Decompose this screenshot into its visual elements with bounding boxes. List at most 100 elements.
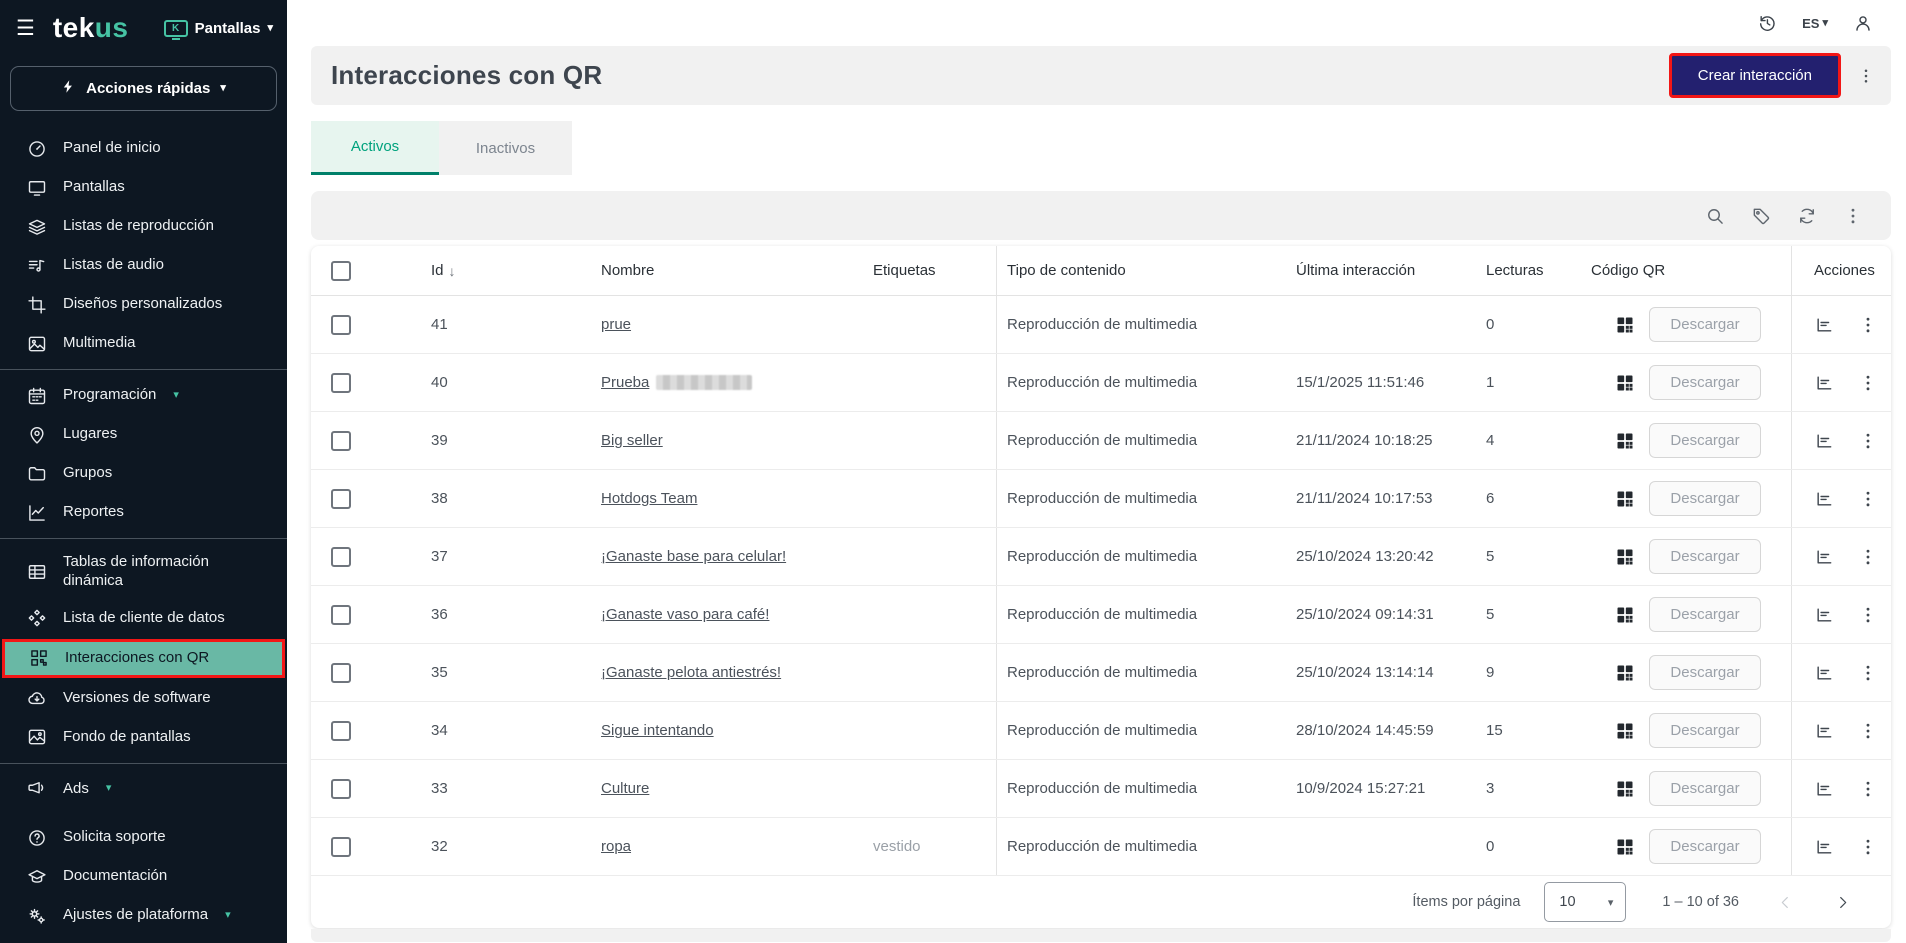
sidebar-item-grupos[interactable]: Grupos: [0, 454, 287, 493]
row-more-options-icon[interactable]: [1858, 431, 1878, 451]
history-icon[interactable]: [1757, 13, 1777, 33]
row-more-options-icon[interactable]: [1858, 315, 1878, 335]
row-checkbox[interactable]: [331, 605, 351, 625]
stats-icon[interactable]: [1814, 663, 1834, 683]
interaction-name-link[interactable]: Hotdogs Team: [601, 490, 697, 507]
menu-icon[interactable]: ☰: [12, 16, 39, 41]
row-tags-cell: [863, 354, 996, 411]
download-qr-button[interactable]: Descargar: [1649, 481, 1761, 516]
row-more-options-icon[interactable]: [1858, 605, 1878, 625]
tab-activos[interactable]: Activos: [311, 121, 439, 175]
row-checkbox[interactable]: [331, 721, 351, 741]
sidebar-item-multimedia[interactable]: Multimedia: [0, 324, 287, 363]
workspace-switcher[interactable]: K Pantallas ▾: [164, 20, 277, 37]
stats-icon[interactable]: [1814, 779, 1834, 799]
search-icon[interactable]: [1705, 206, 1725, 226]
row-content-type-cell: Reproducción de multimedia: [996, 528, 1286, 585]
row-checkbox[interactable]: [331, 373, 351, 393]
row-more-options-icon[interactable]: [1858, 373, 1878, 393]
column-header-label: Etiquetas: [873, 262, 936, 279]
interaction-name-link[interactable]: Culture: [601, 780, 649, 797]
download-qr-button[interactable]: Descargar: [1649, 713, 1761, 748]
sidebar-item-ajustes-de-plataforma[interactable]: Ajustes de plataforma▾: [0, 896, 287, 935]
row-actions-cell: [1791, 818, 1891, 875]
sidebar-item-pantallas[interactable]: Pantallas: [0, 168, 287, 207]
user-icon[interactable]: [1853, 13, 1873, 33]
row-checkbox[interactable]: [331, 547, 351, 567]
interaction-name-link[interactable]: ropa: [601, 838, 631, 855]
sidebar-item-listas-de-reproduccion[interactable]: Listas de reproducción: [0, 207, 287, 246]
sidebar-item-label: Panel de inicio: [63, 139, 161, 158]
interaction-name-link[interactable]: prue: [601, 316, 631, 333]
sidebar-item-programacion[interactable]: Programación▾: [0, 376, 287, 415]
row-checkbox[interactable]: [331, 779, 351, 799]
row-last-interaction: 25/10/2024 13:20:42: [1296, 548, 1434, 565]
row-checkbox[interactable]: [331, 315, 351, 335]
download-qr-button[interactable]: Descargar: [1649, 771, 1761, 806]
download-qr-button[interactable]: Descargar: [1649, 829, 1761, 864]
sidebar-item-lugares[interactable]: Lugares: [0, 415, 287, 454]
download-qr-button[interactable]: Descargar: [1649, 307, 1761, 342]
interaction-name-link[interactable]: Prueba: [601, 374, 649, 391]
row-more-options-icon[interactable]: [1858, 779, 1878, 799]
interaction-name-link[interactable]: ¡Ganaste pelota antiestrés!: [601, 664, 781, 681]
refresh-icon[interactable]: [1797, 206, 1817, 226]
download-qr-button[interactable]: Descargar: [1649, 423, 1761, 458]
next-page-button[interactable]: [1834, 894, 1851, 911]
sidebar-item-reportes[interactable]: Reportes: [0, 493, 287, 532]
select-all-checkbox[interactable]: [331, 261, 351, 281]
row-more-options-icon[interactable]: [1858, 837, 1878, 857]
create-interaction-button[interactable]: Crear interacción: [1669, 53, 1841, 98]
language-selector[interactable]: ES ▾: [1802, 16, 1828, 31]
sidebar-item-label: Listas de reproducción: [63, 217, 214, 236]
row-checkbox[interactable]: [331, 837, 351, 857]
page-size-select[interactable]: 10 ▾: [1544, 882, 1626, 922]
sidebar-item-documentacion[interactable]: Documentación: [0, 857, 287, 896]
download-qr-button[interactable]: Descargar: [1649, 597, 1761, 632]
tab-inactivos[interactable]: Inactivos: [439, 121, 572, 175]
stats-icon[interactable]: [1814, 373, 1834, 393]
sidebar-item-disenos-personalizados[interactable]: Diseños personalizados: [0, 285, 287, 324]
stats-icon[interactable]: [1814, 431, 1834, 451]
sidebar-item-label: Ajustes de plataforma: [63, 906, 208, 925]
more-options-icon[interactable]: [1843, 206, 1863, 226]
download-qr-button[interactable]: Descargar: [1649, 365, 1761, 400]
row-checkbox[interactable]: [331, 663, 351, 683]
download-qr-button[interactable]: Descargar: [1649, 539, 1761, 574]
quick-actions-button[interactable]: Acciones rápidas ▾: [10, 66, 277, 111]
sort-desc-icon[interactable]: ↓: [449, 263, 456, 279]
stats-icon[interactable]: [1814, 721, 1834, 741]
sidebar-item-panel-de-inicio[interactable]: Panel de inicio: [0, 129, 287, 168]
sidebar-item-ads[interactable]: Ads▾: [0, 770, 287, 809]
table-row: 41prueReproducción de multimedia0Descarg…: [311, 296, 1891, 354]
sidebar-item-fondo-de-pantallas[interactable]: Fondo de pantallas: [0, 718, 287, 757]
interaction-name-link[interactable]: Big seller: [601, 432, 663, 449]
row-more-options-icon[interactable]: [1858, 547, 1878, 567]
row-checkbox[interactable]: [331, 489, 351, 509]
sidebar-item-lista-de-cliente-de-datos[interactable]: Lista de cliente de datos: [0, 599, 287, 638]
sidebar-item-solicita-soporte[interactable]: Solicita soporte: [0, 818, 287, 857]
stats-icon[interactable]: [1814, 837, 1834, 857]
sidebar-item-versiones-de-software[interactable]: Versiones de software: [0, 679, 287, 718]
interaction-name-link[interactable]: Sigue intentando: [601, 722, 714, 739]
row-more-options-icon[interactable]: [1858, 489, 1878, 509]
more-options-icon[interactable]: [1857, 67, 1875, 85]
interaction-name-link[interactable]: ¡Ganaste base para celular!: [601, 548, 786, 565]
sidebar-item-tablas-de-informacion-dinamica[interactable]: Tablas de información dinámica: [0, 545, 287, 599]
row-more-options-icon[interactable]: [1858, 721, 1878, 741]
row-content-type: Reproducción de multimedia: [1007, 664, 1197, 681]
stats-icon[interactable]: [1814, 315, 1834, 335]
stats-icon[interactable]: [1814, 605, 1834, 625]
qr-code-icon: [1615, 315, 1635, 335]
row-qr-cell: Descargar: [1581, 412, 1791, 469]
row-checkbox[interactable]: [331, 431, 351, 451]
stats-icon[interactable]: [1814, 547, 1834, 567]
sidebar-item-listas-de-audio[interactable]: Listas de audio: [0, 246, 287, 285]
download-qr-button[interactable]: Descargar: [1649, 655, 1761, 690]
sidebar-item-interacciones-con-qr[interactable]: Interacciones con QR: [2, 639, 285, 678]
row-more-options-icon[interactable]: [1858, 663, 1878, 683]
stats-icon[interactable]: [1814, 489, 1834, 509]
previous-page-button[interactable]: [1777, 894, 1794, 911]
tag-icon[interactable]: [1751, 206, 1771, 226]
interaction-name-link[interactable]: ¡Ganaste vaso para café!: [601, 606, 769, 623]
